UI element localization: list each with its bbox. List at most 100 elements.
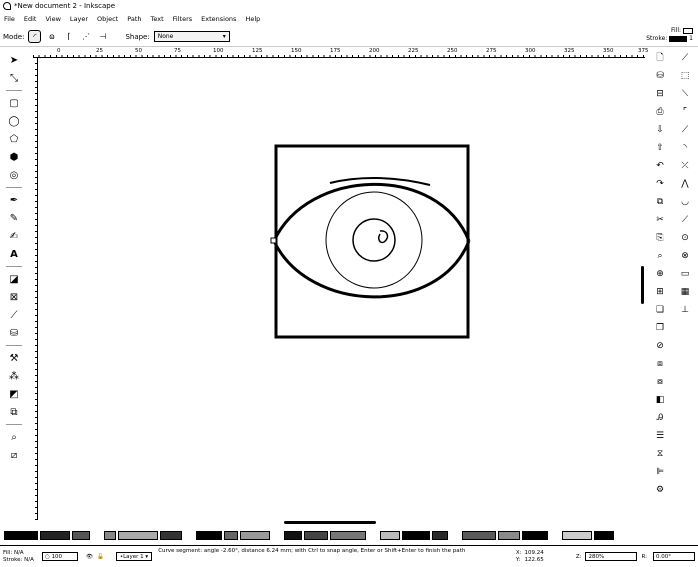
- snap-grid-icon[interactable]: ▦: [679, 285, 692, 298]
- palette-swatch[interactable]: [498, 530, 520, 540]
- horizontal-scrollbar[interactable]: [284, 521, 376, 524]
- snap-cusp-icon[interactable]: ⋀: [679, 177, 692, 190]
- layer-select[interactable]: •Layer 1 ▾: [115, 552, 153, 561]
- text-font-icon[interactable]: Ꭿ: [655, 411, 666, 424]
- duplicate-icon[interactable]: ❏: [655, 303, 666, 316]
- paint-bucket-icon[interactable]: ⛁: [7, 327, 21, 340]
- mesh-icon[interactable]: ⊠: [7, 291, 21, 304]
- zoom-spinbox[interactable]: 280%: [585, 552, 638, 561]
- preferences-icon[interactable]: ⚙: [655, 483, 666, 496]
- zoom-drawing-icon[interactable]: ⊕: [655, 267, 666, 280]
- pupil-circle[interactable]: [352, 218, 396, 262]
- snap-toggle-icon[interactable]: ⟋: [679, 51, 692, 64]
- mode-bspline-button[interactable]: ⌈: [62, 30, 75, 43]
- square-outline[interactable]: [274, 144, 470, 339]
- export-icon[interactable]: ⇧: [655, 141, 666, 154]
- mode-paraxial-button[interactable]: ⊣: [96, 30, 109, 43]
- text-icon[interactable]: A: [7, 248, 21, 261]
- snap-smooth-icon[interactable]: ◡: [679, 195, 692, 208]
- menu-view[interactable]: View: [45, 15, 60, 23]
- redo-icon[interactable]: ↷: [655, 177, 666, 190]
- group-icon[interactable]: ⧈: [655, 357, 666, 370]
- horizontal-ruler[interactable]: 0 25 50 75 100 125 150 175 200 225 250 2…: [33, 48, 649, 58]
- spiral-icon[interactable]: ◎: [7, 169, 21, 182]
- vertical-scrollbar[interactable]: [641, 266, 644, 304]
- layer-lock-icon[interactable]: 🔓: [97, 554, 104, 560]
- tweak-icon[interactable]: ⚒: [7, 352, 21, 365]
- snap-intersection-icon[interactable]: ⤫: [679, 159, 692, 172]
- palette-swatch[interactable]: [196, 530, 222, 540]
- eye-lower-lid[interactable]: [272, 240, 471, 299]
- shape-select[interactable]: None ▾: [153, 31, 230, 42]
- snap-bbox-corner-icon[interactable]: ⌜: [679, 105, 692, 118]
- palette-swatch[interactable]: [380, 530, 400, 540]
- print-icon[interactable]: ⎙: [655, 105, 666, 118]
- snap-midpoint-icon[interactable]: ⟋: [679, 213, 692, 226]
- palette-swatch[interactable]: [240, 530, 270, 540]
- clone-icon[interactable]: ❐: [655, 321, 666, 334]
- palette-swatch[interactable]: [160, 530, 182, 540]
- drawing-canvas[interactable]: [38, 58, 644, 520]
- unlink-icon[interactable]: ⊘: [655, 339, 666, 352]
- fill-stroke-indicator[interactable]: Fill: Stroke: 1: [633, 27, 693, 45]
- snap-page-icon[interactable]: ▭: [679, 267, 692, 280]
- align-icon[interactable]: ⊫: [655, 465, 666, 478]
- import-icon[interactable]: ⇩: [655, 123, 666, 136]
- palette-swatch[interactable]: [432, 530, 448, 540]
- undo-icon[interactable]: ↶: [655, 159, 666, 172]
- node-icon[interactable]: ⤡: [7, 72, 21, 85]
- measure-icon[interactable]: ⧄: [7, 449, 21, 462]
- fill-stroke-icon[interactable]: ◧: [655, 393, 666, 406]
- palette-swatch[interactable]: [304, 530, 328, 540]
- vertical-ruler[interactable]: [30, 58, 38, 520]
- palette-swatch[interactable]: [72, 530, 90, 540]
- menu-file[interactable]: File: [4, 15, 15, 23]
- ungroup-icon[interactable]: ⧇: [655, 375, 666, 388]
- menu-extensions[interactable]: Extensions: [201, 15, 236, 23]
- open-icon[interactable]: ⛁: [655, 69, 666, 82]
- cut-icon[interactable]: ✂: [655, 213, 666, 226]
- connector-icon[interactable]: ⧉: [7, 406, 21, 419]
- spray-icon[interactable]: ⁂: [7, 370, 21, 383]
- gradient-icon[interactable]: ◪: [7, 273, 21, 286]
- menu-help[interactable]: Help: [245, 15, 260, 23]
- palette-swatch[interactable]: [40, 530, 70, 540]
- new-icon[interactable]: 🗋: [655, 51, 666, 64]
- circle-icon[interactable]: ◯: [7, 115, 21, 128]
- snap-path-icon[interactable]: ◝: [679, 141, 692, 154]
- save-icon[interactable]: ⊟: [655, 87, 666, 100]
- menu-filters[interactable]: Filters: [173, 15, 192, 23]
- menu-layer[interactable]: Layer: [70, 15, 88, 23]
- style-indicator[interactable]: Fill: N/A Stroke: N/A: [0, 550, 42, 564]
- palette-swatch[interactable]: [104, 530, 116, 540]
- zoom-icon[interactable]: ⌕: [7, 431, 21, 444]
- eye-upper-lid[interactable]: [272, 182, 471, 242]
- selector-icon[interactable]: ➤: [7, 54, 21, 67]
- rotation-spinbox[interactable]: 0.00°: [653, 552, 695, 561]
- copy-icon[interactable]: ⧉: [655, 195, 666, 208]
- palette-swatch[interactable]: [4, 530, 38, 540]
- pen-icon[interactable]: ✒: [7, 194, 21, 207]
- menu-edit[interactable]: Edit: [24, 15, 37, 23]
- mode-bezier-button[interactable]: ◜: [28, 30, 42, 43]
- palette-swatch[interactable]: [224, 530, 238, 540]
- rect-icon[interactable]: ▢: [7, 97, 21, 110]
- opacity-spinbox[interactable]: ○ 100: [42, 552, 78, 561]
- palette-swatch[interactable]: [284, 530, 302, 540]
- xml-editor-icon[interactable]: ⧖: [655, 447, 666, 460]
- iris-circle[interactable]: [325, 191, 423, 289]
- pencil-icon[interactable]: ✎: [7, 212, 21, 225]
- dropper-icon[interactable]: ⟋: [7, 309, 21, 322]
- snap-bbox-edge-icon[interactable]: ⟍: [679, 87, 692, 100]
- layer-visibility-icon[interactable]: 👁: [86, 554, 93, 560]
- paste-icon[interactable]: ⎘: [655, 231, 666, 244]
- snap-rotation-icon[interactable]: ⊗: [679, 249, 692, 262]
- zoom-selection-icon[interactable]: ⌕: [655, 249, 666, 262]
- snap-guide-icon[interactable]: ⊥: [679, 303, 692, 316]
- eraser-icon[interactable]: ◩: [7, 388, 21, 401]
- palette-swatch[interactable]: [118, 530, 158, 540]
- palette-swatch[interactable]: [462, 530, 496, 540]
- palette-swatch[interactable]: [562, 530, 592, 540]
- layers-icon[interactable]: ☰: [655, 429, 666, 442]
- palette-swatch[interactable]: [402, 530, 430, 540]
